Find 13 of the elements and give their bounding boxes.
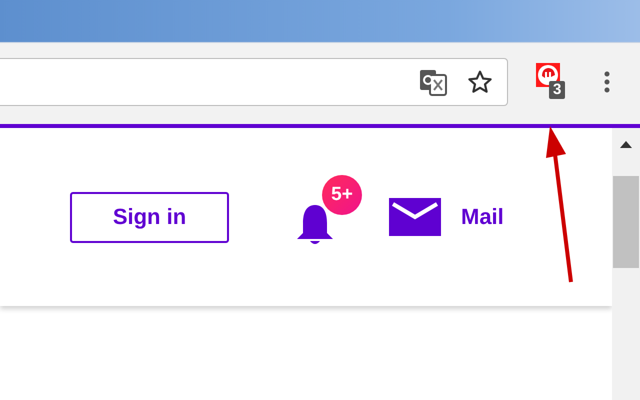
sign-in-button[interactable]: Sign in [70,192,229,242]
envelope-icon[interactable] [389,198,441,236]
notification-badge: 5+ [322,175,362,215]
scroll-up-arrow-icon[interactable] [620,140,632,148]
bookmark-star-icon[interactable] [467,68,493,94]
menu-icon[interactable] [604,70,610,94]
scrollbar[interactable] [612,128,640,400]
translate-icon[interactable] [419,68,447,96]
mail-link[interactable]: Mail [461,204,504,230]
address-bar[interactable] [0,58,508,106]
scrollbar-thumb[interactable] [613,176,639,268]
bell-icon[interactable] [295,203,335,247]
count-badge: 3 [549,80,566,98]
